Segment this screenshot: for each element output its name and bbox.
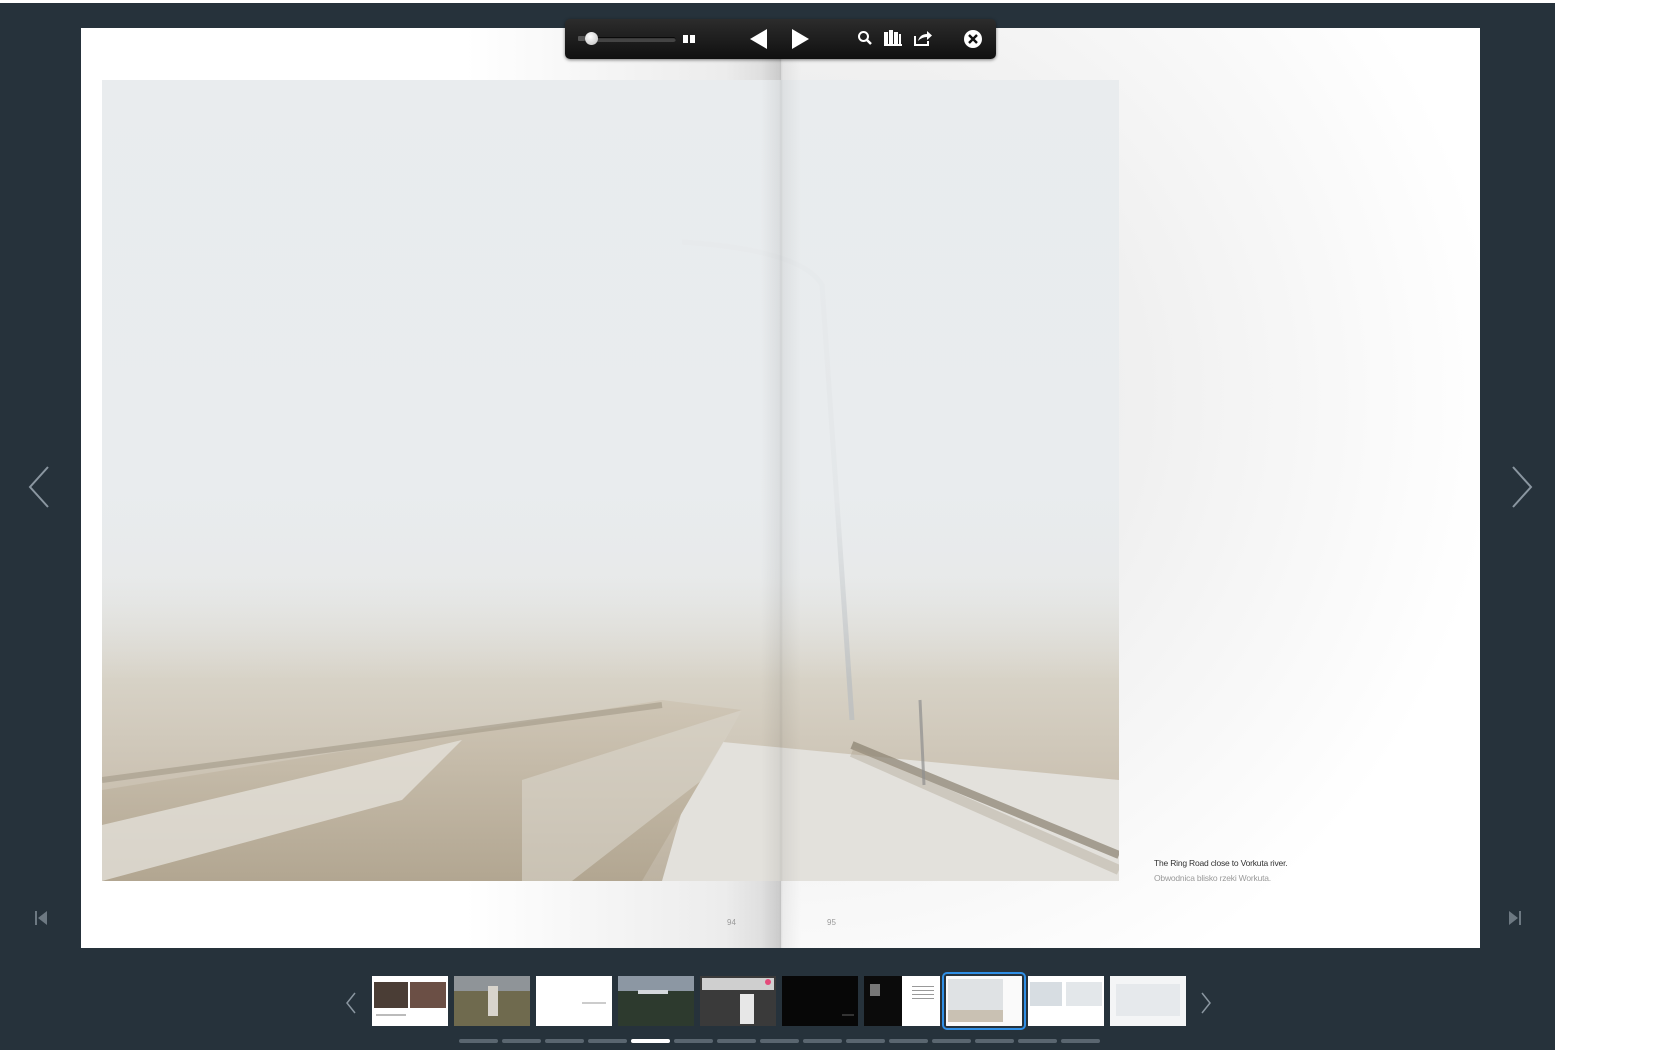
next-spread-arrow-icon[interactable] (1511, 465, 1533, 509)
thumbnail-4[interactable] (618, 976, 694, 1026)
previous-spread-arrow-icon[interactable] (28, 465, 50, 509)
pagination-segment[interactable] (674, 1039, 713, 1043)
fog-road-photo (102, 80, 1119, 881)
thumbnail-10[interactable] (1110, 976, 1186, 1026)
previous-page-icon[interactable] (747, 27, 771, 51)
pagination-segment[interactable] (1018, 1039, 1057, 1043)
caption-english: The Ring Road close to Vorkuta river. (1154, 858, 1288, 868)
thumbnail-8-selected[interactable] (942, 972, 1026, 1030)
pagination-segment[interactable] (1061, 1039, 1100, 1043)
thumbnail-9[interactable] (1028, 976, 1104, 1026)
share-icon[interactable] (913, 29, 933, 47)
thumbnails-previous-icon[interactable] (346, 992, 356, 1014)
thumbnail-1[interactable] (372, 976, 448, 1026)
pagination-segment[interactable] (545, 1039, 584, 1043)
pagination-segment[interactable] (803, 1039, 842, 1043)
pagination-segment[interactable] (502, 1039, 541, 1043)
library-icon[interactable] (883, 29, 903, 47)
zoom-slider-handle[interactable] (585, 32, 598, 45)
pagination-segment[interactable] (717, 1039, 756, 1043)
search-icon[interactable] (857, 30, 873, 46)
pagination-segment[interactable] (760, 1039, 799, 1043)
right-page-number: 95 (827, 918, 836, 927)
page-spread: The Ring Road close to Vorkuta river. Ob… (81, 28, 1480, 948)
pagination-segment[interactable] (588, 1039, 627, 1043)
zoom-out-icon[interactable] (578, 36, 585, 41)
last-page-icon[interactable] (1508, 910, 1522, 926)
thumbnail-3[interactable] (536, 976, 612, 1026)
thumbnail-2[interactable] (454, 976, 530, 1026)
pagination-segment[interactable] (889, 1039, 928, 1043)
pagination-segment[interactable] (459, 1039, 498, 1043)
next-page-icon[interactable] (788, 27, 812, 51)
left-page-number: 94 (727, 918, 736, 927)
thumbnail-7[interactable] (864, 976, 940, 1026)
zoom-slider[interactable] (588, 37, 676, 42)
pagination-segment[interactable] (932, 1039, 971, 1043)
viewer-toolbar (565, 19, 996, 59)
photo-caption: The Ring Road close to Vorkuta river. Ob… (1154, 856, 1288, 886)
first-page-icon[interactable] (34, 910, 48, 926)
pagination-segment-active[interactable] (631, 1039, 670, 1043)
book-gutter (761, 28, 801, 948)
pagination-segment[interactable] (846, 1039, 885, 1043)
thumbnails-next-icon[interactable] (1201, 992, 1211, 1014)
book-viewer: The Ring Road close to Vorkuta river. Ob… (0, 3, 1555, 1050)
thumbnail-6[interactable] (782, 976, 858, 1026)
thumbnail-strip (340, 970, 1220, 1030)
caption-polish: Obwodnica blisko rzeki Workuta. (1154, 873, 1271, 883)
pagination-segment[interactable] (975, 1039, 1014, 1043)
thumbnail-5[interactable] (700, 976, 776, 1026)
two-page-view-icon[interactable] (682, 32, 696, 46)
close-icon[interactable] (963, 29, 983, 49)
